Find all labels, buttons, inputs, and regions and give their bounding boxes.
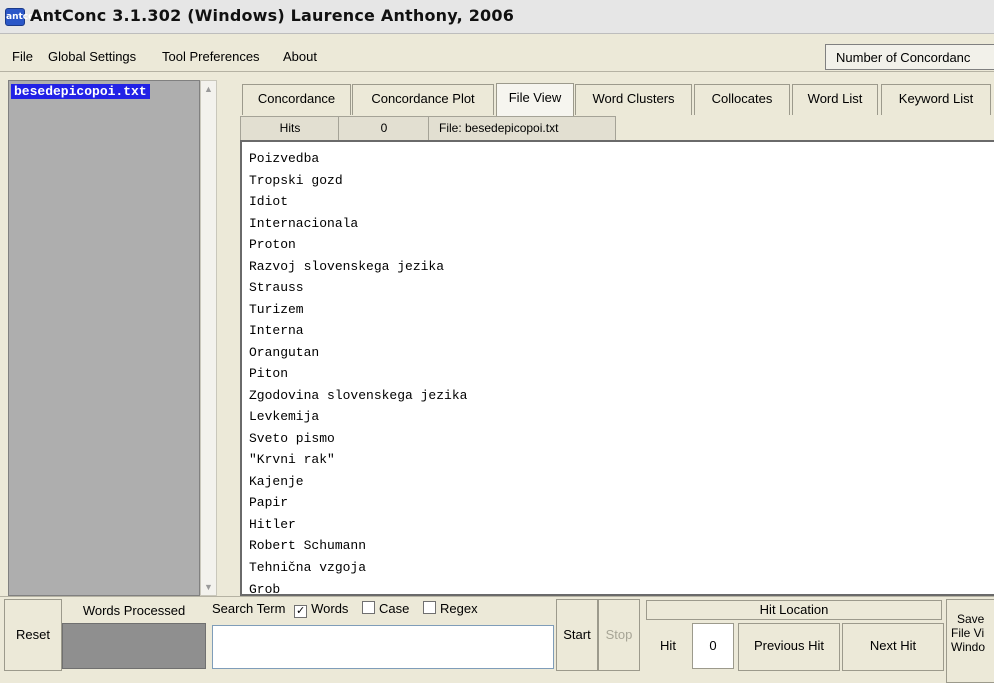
previous-hit-button[interactable]: Previous Hit xyxy=(738,623,840,671)
hits-count: 0 xyxy=(338,116,430,142)
text-line: Poizvedba xyxy=(249,151,320,166)
text-line: Orangutan xyxy=(249,345,320,360)
text-line: Internacionala xyxy=(249,216,359,231)
next-hit-button[interactable]: Next Hit xyxy=(842,623,944,671)
bottom-controls: Reset Words Processed Search Term ✓ Words… xyxy=(0,596,994,683)
checkmark-icon: ✓ xyxy=(294,605,308,618)
words-processed-value xyxy=(62,623,206,669)
save-label-line2: File Vi xyxy=(951,626,985,640)
reset-button[interactable]: Reset xyxy=(4,599,62,671)
regex-option-label: Regex xyxy=(440,601,478,616)
start-button[interactable]: Start xyxy=(556,599,598,671)
tab-word-clusters[interactable]: Word Clusters xyxy=(575,84,692,115)
words-checkbox[interactable]: ✓ Words xyxy=(294,601,349,618)
case-option-label: Case xyxy=(379,601,410,616)
stop-button[interactable]: Stop xyxy=(598,599,640,671)
scroll-up-icon[interactable]: ▲ xyxy=(202,82,215,96)
text-line: Turizem xyxy=(249,302,304,317)
file-list-scrollbar[interactable]: ▲ ▼ xyxy=(200,80,217,596)
save-file-view-window-button[interactable]: Save File Vi Windo xyxy=(946,599,994,683)
hit-label: Hit xyxy=(660,638,676,653)
text-line: "Krvni rak" xyxy=(249,452,335,467)
tool-tabs: Concordance Concordance Plot File View W… xyxy=(238,83,994,116)
concordance-count-field: Number of Concordanc xyxy=(825,44,994,70)
text-line: Zgodovina slovenskega jezika xyxy=(249,388,468,403)
case-checkbox[interactable]: Case xyxy=(362,601,409,616)
tab-collocates[interactable]: Collocates xyxy=(694,84,790,115)
tab-concordance-plot[interactable]: Concordance Plot xyxy=(352,84,494,115)
hit-location-label: Hit Location xyxy=(646,600,942,620)
hit-number-field[interactable]: 0 xyxy=(692,623,734,669)
corpus-file-list[interactable]: besedepicopoi.txt xyxy=(8,80,200,596)
menu-about[interactable]: About xyxy=(283,49,317,64)
tab-word-list[interactable]: Word List xyxy=(792,84,878,115)
file-list-item[interactable]: besedepicopoi.txt xyxy=(11,84,150,99)
words-processed-label: Words Processed xyxy=(82,603,186,618)
save-label-line3: Windo xyxy=(951,640,986,654)
words-option-label: Words xyxy=(311,601,349,616)
text-line: Strauss xyxy=(249,280,304,295)
file-view-text[interactable]: Poizvedba Tropski gozd Idiot Internacion… xyxy=(240,140,994,596)
hits-label: Hits xyxy=(240,116,340,142)
search-options: Search Term ✓ Words Case Regex xyxy=(212,601,562,623)
text-line: Robert Schumann xyxy=(249,538,367,553)
text-line: Razvoj slovenskega jezika xyxy=(249,259,445,274)
menu-tool-preferences[interactable]: Tool Preferences xyxy=(162,49,260,64)
text-line: Kajenje xyxy=(249,474,304,489)
file-name-label: File: besedepicopoi.txt xyxy=(428,116,616,142)
regex-checkbox[interactable]: Regex xyxy=(423,601,478,616)
menu-file[interactable]: File xyxy=(12,49,33,64)
text-line: Idiot xyxy=(249,194,289,209)
title-bar[interactable]: antconc AntConc 3.1.302 (Windows) Lauren… xyxy=(0,0,994,34)
search-term-label: Search Term xyxy=(212,601,286,616)
antconc-app-icon: antconc xyxy=(5,8,46,26)
text-line: Tropski gozd xyxy=(249,173,343,188)
tab-keyword-list[interactable]: Keyword List xyxy=(881,84,991,115)
text-line: Hitler xyxy=(249,517,296,532)
save-label-line1: Save xyxy=(957,612,985,626)
text-line: Levkemija xyxy=(249,409,320,424)
search-term-input[interactable] xyxy=(212,625,554,669)
text-line: Interna xyxy=(249,323,304,338)
text-line: Sveto pismo xyxy=(249,431,335,446)
tab-concordance[interactable]: Concordance xyxy=(242,84,351,115)
text-line: Papir xyxy=(249,495,289,510)
tab-file-view[interactable]: File View xyxy=(496,83,574,116)
text-line: Tehnična vzgoja xyxy=(249,560,367,575)
scroll-down-icon[interactable]: ▼ xyxy=(202,580,215,594)
text-line: Grob xyxy=(249,582,281,596)
text-line: Proton xyxy=(249,237,296,252)
menu-global-settings[interactable]: Global Settings xyxy=(48,49,136,64)
hits-bar: Hits 0 File: besedepicopoi.txt xyxy=(240,116,994,142)
text-line: Piton xyxy=(249,366,289,381)
window-title: AntConc 3.1.302 (Windows) Laurence Antho… xyxy=(30,6,515,25)
